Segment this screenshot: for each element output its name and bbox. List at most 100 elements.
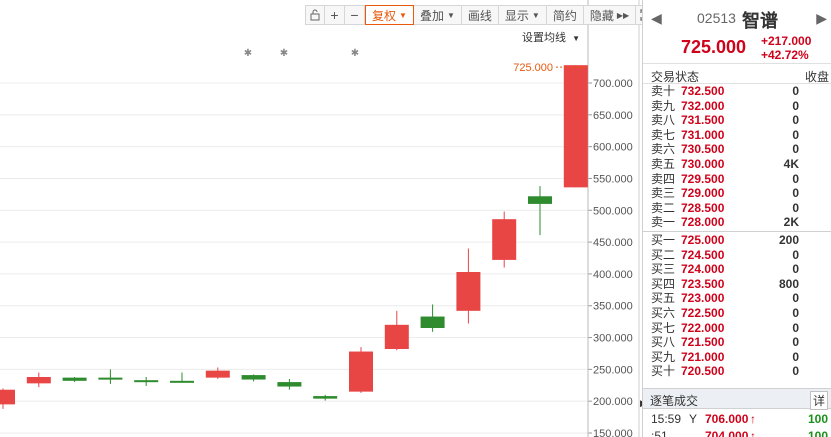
bid-volume: 800 xyxy=(778,276,799,291)
bid-row[interactable]: 买六 722.500 0 xyxy=(643,306,831,321)
ma-setting-label: 设置均线 xyxy=(522,32,567,44)
ask-row[interactable]: 卖四 729.500 0 xyxy=(643,172,831,187)
restore-rights-label: 复权 xyxy=(372,8,397,23)
ask-level-label: 卖五 xyxy=(651,156,676,171)
bid-level-label: 买九 xyxy=(651,349,676,364)
candle-body[interactable] xyxy=(205,370,230,378)
candle-body[interactable] xyxy=(456,272,481,311)
y-axis-tick-label: 150.000 xyxy=(593,428,633,437)
y-axis-tick-label: 550.000 xyxy=(593,173,633,185)
ask-row[interactable]: 卖九 732.000 0 xyxy=(643,99,831,114)
bid-row[interactable]: 买八 721.500 0 xyxy=(643,335,831,350)
y-axis-tick-label: 450.000 xyxy=(593,237,633,249)
draw-line-button[interactable]: 画线 xyxy=(461,5,499,25)
bid-price: 723.500 xyxy=(681,276,725,291)
y-axis-tick-label: 700.000 xyxy=(593,78,633,90)
candle-body[interactable] xyxy=(277,382,302,387)
candle-body[interactable] xyxy=(420,316,445,328)
order-book-divider xyxy=(643,230,831,232)
ask-level-label: 卖六 xyxy=(651,142,676,157)
kline-chart-area[interactable]: 700.000 650.000 600.000 550.000 500.000 450.0… xyxy=(0,0,657,437)
trade-row: :51 704.000 ↑ 100 xyxy=(643,429,831,437)
hide-label: 隐藏 xyxy=(589,8,614,23)
ask-volume: 0 xyxy=(792,142,799,157)
trades-header: 逐笔成交 详 xyxy=(643,388,831,410)
y-axis-tick-label: 500.000 xyxy=(593,205,633,217)
lock-icon[interactable] xyxy=(305,5,325,25)
zoom-out-button[interactable]: − xyxy=(345,5,365,25)
bid-volume: 200 xyxy=(778,232,799,247)
double-arrow-right-icon: ▶▶ xyxy=(616,10,630,20)
event-marker-icon[interactable]: ✱ xyxy=(244,48,252,59)
display-dropdown[interactable]: 显示 ▼ xyxy=(498,5,547,25)
candle-body[interactable] xyxy=(26,377,51,384)
chevron-down-icon: ▼ xyxy=(572,34,580,43)
trades-detail-button[interactable]: 详 xyxy=(809,391,828,410)
ask-level-label: 卖十 xyxy=(651,84,676,98)
ask-row[interactable]: 卖三 729.000 0 xyxy=(643,186,831,201)
zoom-in-button[interactable]: + xyxy=(325,5,345,25)
bid-row[interactable]: 买九 721.000 0 xyxy=(643,350,831,365)
event-marker-icon[interactable]: ✱ xyxy=(280,48,288,59)
bid-level-label: 买四 xyxy=(651,276,676,291)
ask-price: 731.000 xyxy=(681,127,725,142)
y-axis-tick-label: 200.000 xyxy=(593,396,633,408)
candle-body[interactable] xyxy=(98,377,123,380)
candle-body[interactable] xyxy=(313,396,338,399)
bid-row[interactable]: 买三 724.000 0 xyxy=(643,262,831,277)
candle-body[interactable] xyxy=(62,377,87,381)
prev-stock-icon[interactable]: ◀ xyxy=(651,10,662,27)
ask-volume: 4K xyxy=(783,156,799,171)
candle-body[interactable] xyxy=(492,219,517,260)
bid-row[interactable]: 买四 723.500 800 xyxy=(643,277,831,292)
ask-level-label: 卖四 xyxy=(651,171,676,186)
hide-button[interactable]: 隐藏 ▶▶ xyxy=(583,5,637,25)
ask-volume: 0 xyxy=(792,186,799,201)
bid-price: 722.500 xyxy=(681,305,725,320)
candle-body[interactable] xyxy=(384,324,409,349)
event-marker-icon[interactable]: ✱ xyxy=(351,48,359,59)
quote-panel: ◀ 02513 智谱 ▶ 725.000 +217.000 +42.72% 交易… xyxy=(642,0,831,437)
ask-price: 732.000 xyxy=(681,98,725,113)
ask-row[interactable]: 卖十 732.500 0 xyxy=(643,84,831,99)
candle-body[interactable] xyxy=(349,351,373,392)
candle-body[interactable] xyxy=(0,389,15,405)
ask-row[interactable]: 卖六 730.500 0 xyxy=(643,142,831,157)
ask-row[interactable]: 卖七 731.000 0 xyxy=(643,128,831,143)
trading-status-row: 交易状态 收盘 xyxy=(643,64,831,84)
ask-level-label: 卖一 xyxy=(651,215,676,230)
trading-status-value: 收盘 xyxy=(804,70,829,84)
bid-row[interactable]: 买十 720.500 0 xyxy=(643,364,831,379)
simple-mode-button[interactable]: 简约 xyxy=(546,5,584,25)
ask-volume: 0 xyxy=(792,113,799,128)
candle-body[interactable] xyxy=(241,375,266,380)
chevron-down-icon: ▼ xyxy=(446,10,455,20)
bid-row[interactable]: 买五 723.000 0 xyxy=(643,291,831,306)
y-axis-tick-label: 350.000 xyxy=(593,301,633,313)
candle-body[interactable] xyxy=(134,380,159,383)
bid-level-label: 买三 xyxy=(651,262,676,277)
bid-row[interactable]: 买七 722.000 0 xyxy=(643,321,831,336)
ask-volume: 0 xyxy=(792,98,799,113)
chart-toolbar: + − 复权 ▼ 叠加 ▼ 画线 显示 ▼ 简约 隐藏 ▶▶ xyxy=(305,5,657,25)
ask-row[interactable]: 卖五 730.000 4K xyxy=(643,157,831,172)
change-absolute: +217.000 xyxy=(761,34,812,48)
ma-setting-dropdown[interactable]: 设置均线 ▼ xyxy=(522,29,580,45)
bid-row[interactable]: 买一 725.000 200 xyxy=(643,233,831,248)
bid-price: 722.000 xyxy=(681,320,725,335)
restore-rights-dropdown[interactable]: 复权 ▼ xyxy=(365,5,414,25)
candle-body[interactable] xyxy=(528,196,552,204)
ask-row[interactable]: 卖八 731.500 0 xyxy=(643,113,831,128)
kline-chart[interactable]: 700.000 650.000 600.000 550.000 500.000 450.0… xyxy=(0,0,640,437)
bid-volume: 0 xyxy=(792,335,799,350)
candle-body[interactable] xyxy=(170,380,194,383)
ask-row[interactable]: 卖二 728.500 0 xyxy=(643,201,831,216)
bid-row[interactable]: 买二 724.500 0 xyxy=(643,248,831,263)
next-stock-icon[interactable]: ▶ xyxy=(816,10,827,27)
trade-volume: 100 xyxy=(807,412,828,426)
y-axis-tick-label: 400.000 xyxy=(593,269,633,281)
candle-body[interactable] xyxy=(563,65,588,188)
ask-row[interactable]: 卖一 728.000 2K xyxy=(643,215,831,230)
bid-level-label: 买二 xyxy=(651,247,676,262)
overlay-dropdown[interactable]: 叠加 ▼ xyxy=(413,5,462,25)
